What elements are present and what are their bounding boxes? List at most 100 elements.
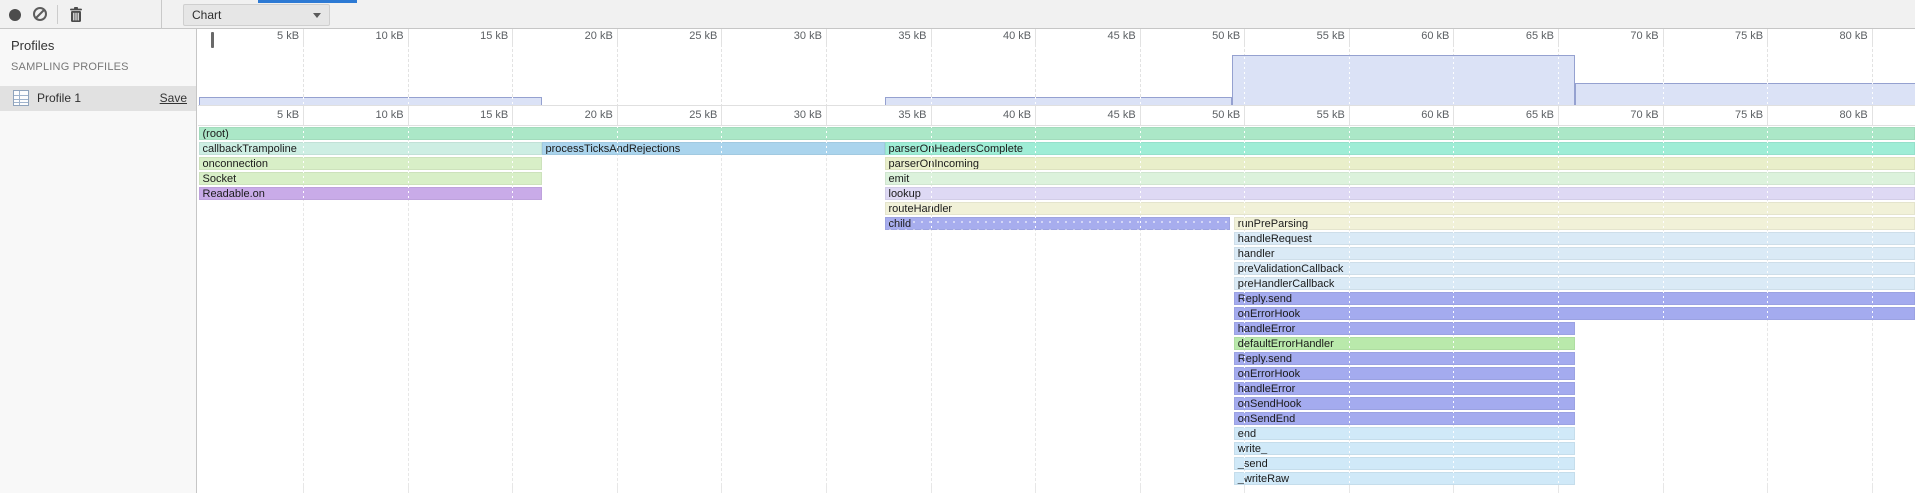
ruler-tick-label: 50 kB bbox=[1212, 109, 1244, 121]
flame-bar[interactable]: _send bbox=[1234, 457, 1575, 470]
ruler-tick-label: 5 kB bbox=[277, 30, 303, 42]
gridline-overlay bbox=[1767, 47, 1768, 105]
gridline-overlay bbox=[617, 47, 618, 105]
ruler-tick-label: 20 kB bbox=[585, 109, 617, 121]
flame-bar[interactable]: callbackTrampoline bbox=[199, 142, 542, 155]
active-tab-indicator bbox=[258, 0, 357, 3]
overview-area-step[interactable] bbox=[1575, 83, 1915, 105]
gridline-overlay bbox=[408, 126, 409, 486]
gridline-overlay bbox=[826, 126, 827, 486]
flame-bar[interactable]: end bbox=[1234, 427, 1575, 440]
gridline-overlay bbox=[1453, 126, 1454, 486]
ruler-tick-label: 80 kB bbox=[1840, 30, 1872, 42]
ruler-tick-label: 40 kB bbox=[1003, 109, 1035, 121]
ruler-tick-label: 30 kB bbox=[794, 30, 826, 42]
ruler-tick-label: 70 kB bbox=[1630, 109, 1662, 121]
sidebar-title: Profiles bbox=[11, 38, 54, 53]
ruler-tick-label: 65 kB bbox=[1526, 109, 1558, 121]
view-mode-select[interactable]: Chart bbox=[183, 4, 330, 26]
flame-bar[interactable]: emit bbox=[885, 172, 1915, 185]
flame-bar[interactable]: preHandlerCallback bbox=[1234, 277, 1915, 290]
flame-bar[interactable]: onErrorHook bbox=[1234, 307, 1915, 320]
ruler-tick-label: 30 kB bbox=[794, 109, 826, 121]
profile-name: Profile 1 bbox=[37, 91, 81, 105]
flame-bar[interactable]: preValidationCallback bbox=[1234, 262, 1915, 275]
flame-bar[interactable]: parserOnHeadersComplete bbox=[885, 142, 1915, 155]
clear-all-icon[interactable] bbox=[33, 7, 47, 21]
gridline-overlay bbox=[721, 126, 722, 486]
ruler-tick-label: 60 kB bbox=[1421, 30, 1453, 42]
gridline-overlay bbox=[512, 47, 513, 105]
flame-bar[interactable]: onSendEnd bbox=[1234, 412, 1575, 425]
overview-drag-handle[interactable] bbox=[211, 32, 214, 48]
overview-area-step[interactable] bbox=[1232, 55, 1575, 105]
save-link[interactable]: Save bbox=[160, 91, 187, 105]
profiler-panel: Chart Profiles SAMPLING PROFILES Profile… bbox=[0, 0, 1915, 493]
ruler-tick-label: 55 kB bbox=[1317, 109, 1349, 121]
toolbar-separator bbox=[57, 5, 58, 24]
ruler-tick-label: 25 kB bbox=[689, 109, 721, 121]
sidebar: Profiles SAMPLING PROFILES Profile 1 Sav… bbox=[0, 29, 197, 493]
toolbar: Chart bbox=[0, 0, 1915, 29]
flame-bar[interactable]: write_ bbox=[1234, 442, 1575, 455]
ruler-tick-label: 35 kB bbox=[898, 30, 930, 42]
overview-bottom-divider bbox=[198, 105, 1915, 106]
record-icon[interactable] bbox=[9, 9, 21, 21]
flame-bar[interactable]: Socket bbox=[199, 172, 542, 185]
gridline-overlay bbox=[931, 47, 932, 105]
profile-table-icon bbox=[13, 90, 29, 106]
ruler-tick-label: 25 kB bbox=[689, 30, 721, 42]
gridline-overlay bbox=[1035, 47, 1036, 105]
gridline-overlay bbox=[721, 47, 722, 105]
ruler-tick-label: 20 kB bbox=[585, 30, 617, 42]
trash-icon[interactable] bbox=[68, 6, 84, 23]
flame-bar[interactable]: (root) bbox=[199, 127, 1915, 140]
gridline-overlay bbox=[1663, 47, 1664, 105]
ruler-tick-label: 10 kB bbox=[376, 109, 408, 121]
flame-bar[interactable]: routeHandler bbox=[885, 202, 1915, 215]
flame-bar[interactable]: onErrorHook bbox=[1234, 367, 1575, 380]
gridline-overlay bbox=[1558, 126, 1559, 486]
gridline-overlay bbox=[1767, 126, 1768, 486]
flame-bar[interactable]: handleError bbox=[1234, 382, 1575, 395]
ruler-tick-label: 75 kB bbox=[1735, 109, 1767, 121]
flame-bar[interactable]: handler bbox=[1234, 247, 1915, 260]
flame-bar[interactable]: processTicksAndRejections bbox=[542, 142, 885, 155]
ruler-bottom-divider bbox=[198, 125, 1915, 126]
gridline-overlay bbox=[931, 126, 932, 486]
ruler-tick-label: 5 kB bbox=[277, 109, 303, 121]
flame-bar[interactable]: _writeRaw bbox=[1234, 472, 1575, 485]
view-mode-value: Chart bbox=[192, 8, 221, 22]
flame-bar[interactable]: Readable.on bbox=[199, 187, 542, 200]
flame-bar[interactable]: Reply.send bbox=[1234, 292, 1915, 305]
flame-bar[interactable]: onSendHook bbox=[1234, 397, 1575, 410]
ruler-tick-label: 60 kB bbox=[1421, 109, 1453, 121]
toolbar-divider bbox=[161, 0, 162, 29]
overview-area-step[interactable] bbox=[199, 97, 542, 105]
sampling-profiles-heading: SAMPLING PROFILES bbox=[11, 61, 129, 73]
ruler-tick-label: 15 kB bbox=[480, 109, 512, 121]
gridline-overlay bbox=[1035, 126, 1036, 486]
flame-bar[interactable]: Reply.send bbox=[1234, 352, 1575, 365]
overview-area-step[interactable] bbox=[885, 97, 1232, 105]
ruler-tick-label: 50 kB bbox=[1212, 30, 1244, 42]
flame-bar[interactable]: lookup bbox=[885, 187, 1915, 200]
gridline-overlay bbox=[1349, 47, 1350, 105]
flame-bar[interactable]: handleRequest bbox=[1234, 232, 1915, 245]
gridline-overlay bbox=[1663, 126, 1664, 486]
gridline-overlay bbox=[1244, 126, 1245, 486]
gridline-overlay bbox=[1140, 126, 1141, 486]
flame-bar[interactable]: child bbox=[885, 217, 1230, 230]
flame-bar[interactable]: parserOnIncoming bbox=[885, 157, 1915, 170]
ruler-tick-label: 40 kB bbox=[1003, 30, 1035, 42]
flame-bar[interactable]: defaultErrorHandler bbox=[1234, 337, 1575, 350]
gridline-overlay bbox=[1244, 47, 1245, 105]
flame-bar[interactable]: runPreParsing bbox=[1234, 217, 1915, 230]
chevron-down-icon bbox=[313, 13, 321, 18]
gridline-overlay bbox=[1453, 47, 1454, 105]
flame-bar[interactable]: onconnection bbox=[199, 157, 542, 170]
gridline-overlay bbox=[1140, 47, 1141, 105]
profile-item[interactable]: Profile 1 Save bbox=[0, 86, 196, 111]
gridline-overlay bbox=[1349, 126, 1350, 486]
flame-bar[interactable]: handleError bbox=[1234, 322, 1575, 335]
